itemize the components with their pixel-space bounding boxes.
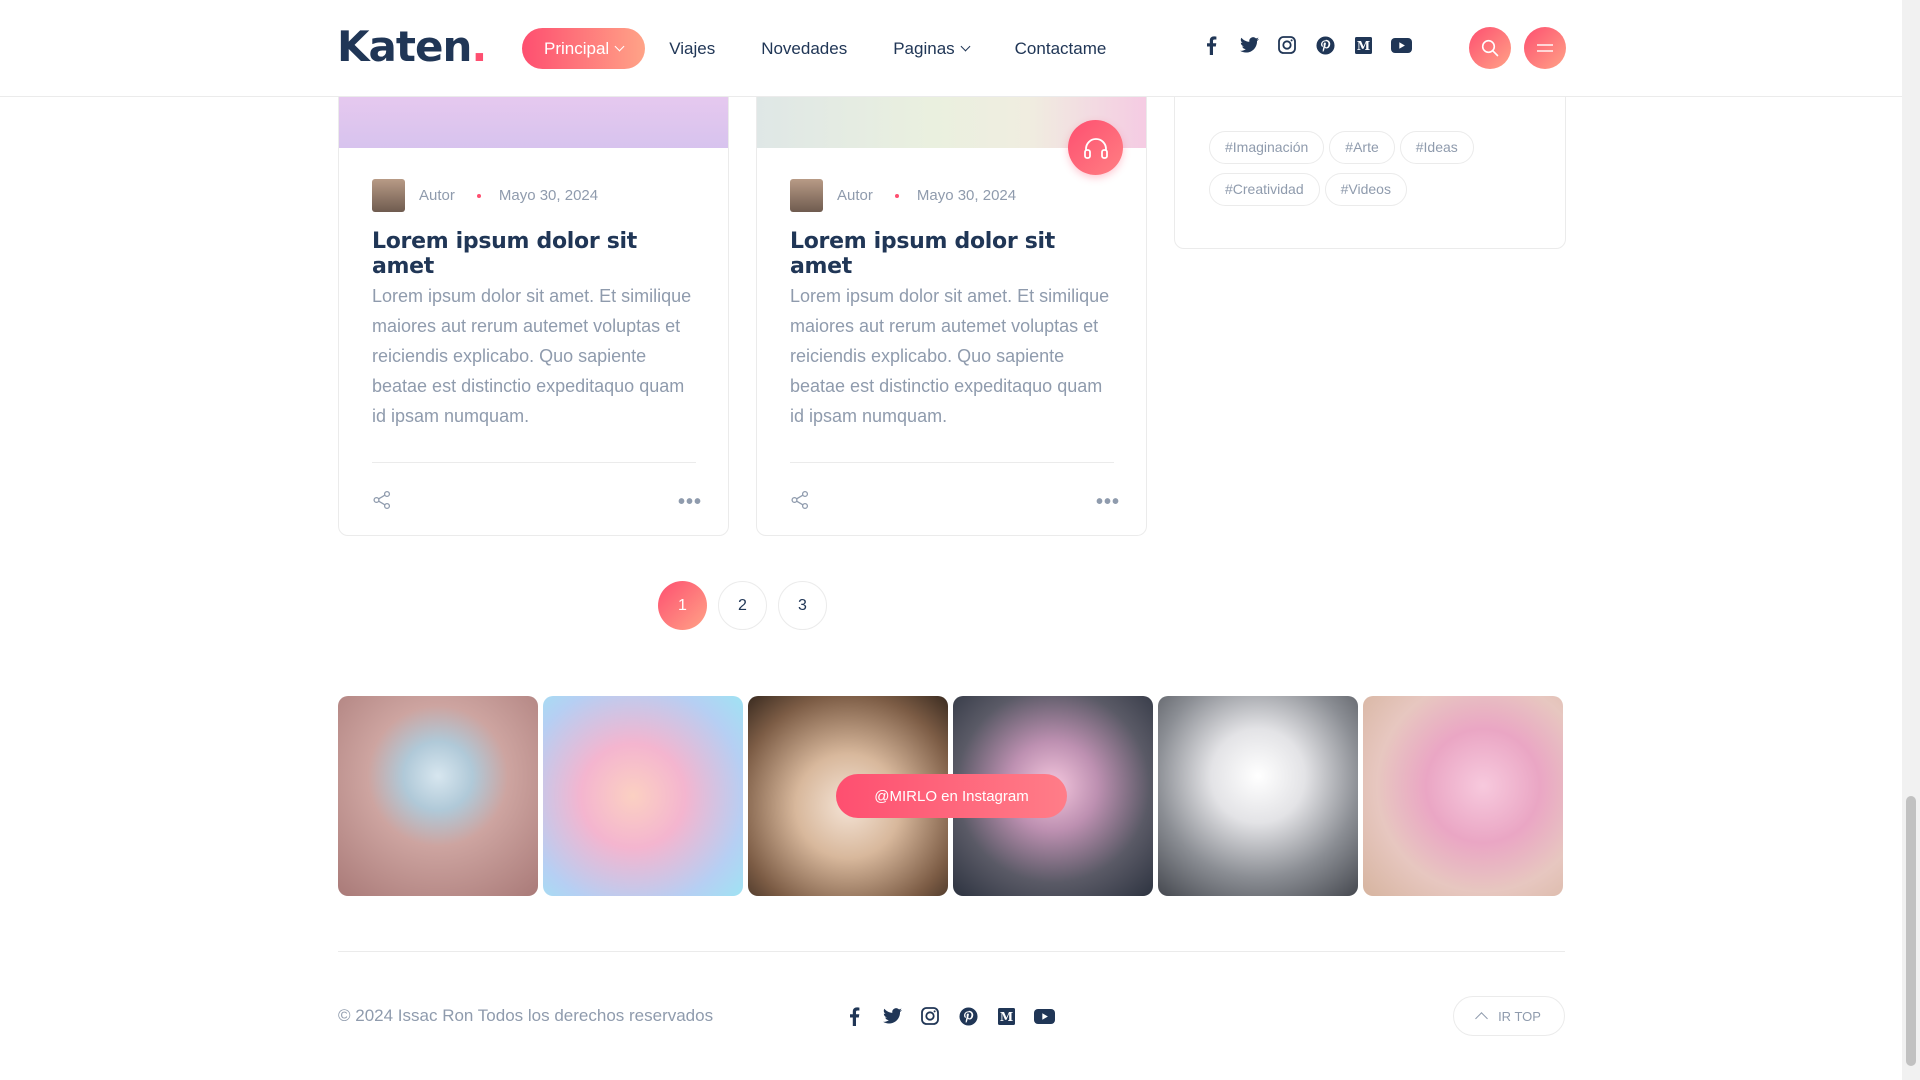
post-date: Mayo 30, 2024 <box>498 187 599 204</box>
more-options-icon[interactable]: ••• <box>1096 491 1120 514</box>
kitten-in-teacup-image[interactable] <box>338 696 538 896</box>
instagram-icon[interactable] <box>1276 34 1298 56</box>
medium-icon[interactable]: M <box>1352 34 1374 56</box>
svg-text:M: M <box>1356 39 1369 53</box>
tag-link[interactable]: #Creatividad <box>1209 173 1320 206</box>
post-card: Autor Mayo 30, 2024 Lorem ipsum dolor si… <box>338 40 729 536</box>
footer-divider <box>338 951 1565 952</box>
logo-dot: . <box>471 22 487 71</box>
nav-item-novedades[interactable]: Novedades <box>761 28 847 69</box>
post-title[interactable]: Lorem ipsum dolor sit amet <box>372 229 702 279</box>
page: Katen. Principal Viajes Novedades Pagina… <box>0 0 1902 1080</box>
copyright-text: © 2024 Issac Ron Todos los derechos rese… <box>338 1006 714 1025</box>
nav-item-contactame[interactable]: Contactame <box>1015 28 1107 69</box>
post-excerpt: Lorem ipsum dolor sit amet. Et similique… <box>790 286 1110 426</box>
back-to-top-label: IR TOP <box>1498 1008 1541 1024</box>
twitter-icon[interactable] <box>881 1005 903 1027</box>
post-meta: Autor Mayo 30, 2024 <box>372 179 598 212</box>
svg-text:M: M <box>999 1010 1012 1024</box>
nav-item-principal[interactable]: Principal <box>522 28 646 69</box>
more-options-icon[interactable]: ••• <box>678 491 702 514</box>
logo-text: Katen <box>337 22 472 71</box>
nav-label: Novedades <box>761 38 848 58</box>
chevron-down-icon <box>614 41 625 52</box>
tag-cloud: #Imaginación #Arte #Ideas #Creatividad #… <box>1209 131 1549 215</box>
post-card: Autor Mayo 30, 2024 Lorem ipsum dolor si… <box>756 40 1147 536</box>
meta-separator <box>894 193 899 198</box>
nav-label: Principal <box>544 38 610 58</box>
nav-item-viajes[interactable]: Viajes <box>669 28 715 69</box>
pinterest-icon[interactable] <box>1314 34 1336 56</box>
search-icon <box>1481 39 1499 57</box>
menu-button[interactable] <box>1524 27 1566 69</box>
post-date: Mayo 30, 2024 <box>916 187 1017 204</box>
post-title[interactable]: Lorem ipsum dolor sit amet <box>790 229 1120 279</box>
page-button[interactable]: 3 <box>778 581 827 630</box>
share-icon[interactable] <box>790 490 810 515</box>
tag-link[interactable]: #Arte <box>1329 131 1395 164</box>
divider <box>790 462 1114 463</box>
scrollbar-thumb[interactable] <box>1906 796 1916 1066</box>
search-button[interactable] <box>1469 27 1511 69</box>
divider <box>372 462 696 463</box>
tag-link[interactable]: #Ideas <box>1399 131 1474 164</box>
post-author[interactable]: Autor <box>837 187 873 204</box>
header-social-links: M <box>1200 34 1428 56</box>
post-author[interactable]: Autor <box>419 187 455 204</box>
headphones-icon <box>1083 137 1108 159</box>
chevron-up-icon <box>1475 1012 1488 1025</box>
instagram-icon[interactable] <box>919 1005 941 1027</box>
author-avatar[interactable] <box>372 179 405 212</box>
page-button[interactable]: 1 <box>658 581 707 630</box>
pagination: 1 2 3 <box>658 581 838 630</box>
share-icon[interactable] <box>372 490 392 515</box>
menu-icon <box>1537 44 1553 52</box>
facebook-icon[interactable] <box>1200 34 1222 56</box>
back-to-top-button[interactable]: IR TOP <box>1453 996 1565 1036</box>
kitten-in-sneaker-image[interactable] <box>543 696 743 896</box>
twitter-icon[interactable] <box>1238 34 1260 56</box>
post-format-badge[interactable] <box>1068 120 1123 175</box>
nav-label: Paginas <box>893 38 955 58</box>
chevron-down-icon <box>960 41 971 52</box>
youtube-icon[interactable] <box>1390 34 1412 56</box>
main-nav: Principal Viajes Novedades Paginas Conta… <box>522 28 1152 69</box>
post-excerpt: Lorem ipsum dolor sit amet. Et similique… <box>372 286 692 426</box>
post-meta: Autor Mayo 30, 2024 <box>790 179 1016 212</box>
tag-link[interactable]: #Imaginación <box>1209 131 1325 164</box>
nav-label: Viajes <box>669 38 716 58</box>
page-button[interactable]: 2 <box>718 581 767 630</box>
author-avatar[interactable] <box>790 179 823 212</box>
page-scrollbar[interactable] <box>1902 0 1920 1080</box>
site-logo[interactable]: Katen. <box>337 22 487 71</box>
medium-icon[interactable]: M <box>995 1005 1017 1027</box>
pinterest-icon[interactable] <box>957 1005 979 1027</box>
youtube-icon[interactable] <box>1033 1005 1055 1027</box>
nav-label: Contactame <box>1014 38 1107 58</box>
footer-social-links: M <box>843 1005 1071 1027</box>
tag-link[interactable]: #Videos <box>1324 173 1407 206</box>
cat-selfie-image[interactable] <box>1363 696 1563 896</box>
facebook-icon[interactable] <box>843 1005 865 1027</box>
cat-on-phone-image[interactable] <box>1158 696 1358 896</box>
meta-separator <box>476 193 481 198</box>
instagram-follow-button[interactable]: @MIRLO en Instagram <box>836 774 1067 818</box>
nav-item-paginas[interactable]: Paginas <box>893 28 971 69</box>
site-header: Katen. Principal Viajes Novedades Pagina… <box>0 0 1902 97</box>
